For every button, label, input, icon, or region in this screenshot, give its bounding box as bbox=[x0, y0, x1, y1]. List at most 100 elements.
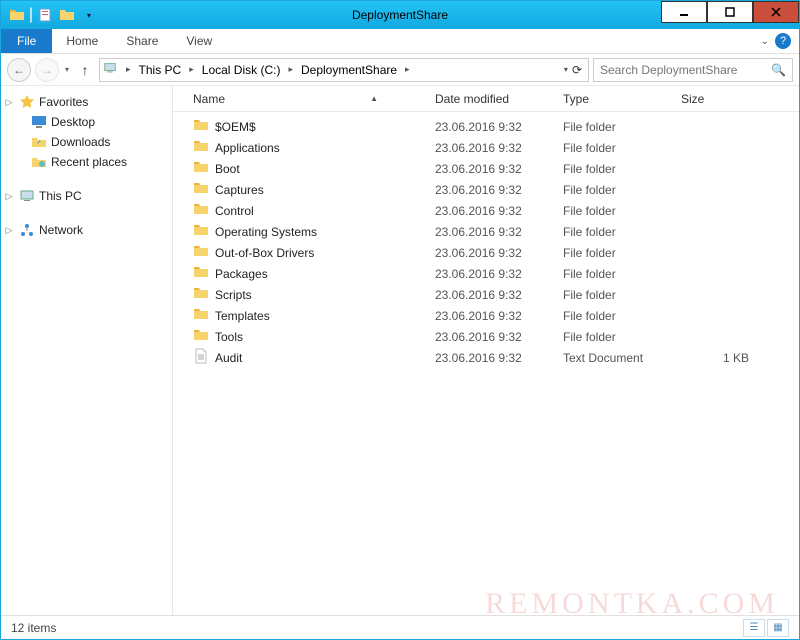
column-headers: Name▲ Date modified Type Size bbox=[173, 86, 799, 112]
file-name: Scripts bbox=[215, 288, 252, 302]
network-icon bbox=[19, 222, 35, 238]
details-view-button[interactable]: ☰ bbox=[743, 619, 765, 637]
close-button[interactable] bbox=[753, 1, 799, 23]
file-date: 23.06.2016 9:32 bbox=[427, 183, 555, 197]
file-date: 23.06.2016 9:32 bbox=[427, 225, 555, 239]
crumb-this-pc[interactable]: This PC bbox=[135, 63, 186, 77]
chevron-right-icon[interactable]: ▸ bbox=[185, 64, 198, 75]
file-date: 23.06.2016 9:32 bbox=[427, 288, 555, 302]
crumb-current[interactable]: DeploymentShare bbox=[297, 63, 401, 77]
file-name: Captures bbox=[215, 183, 264, 197]
title-bar: | ▾ DeploymentShare bbox=[1, 1, 799, 29]
nav-desktop[interactable]: Desktop bbox=[1, 112, 172, 132]
file-date: 23.06.2016 9:32 bbox=[427, 204, 555, 218]
file-tab[interactable]: File bbox=[1, 29, 52, 53]
file-row[interactable]: Captures 23.06.2016 9:32File folder bbox=[173, 179, 799, 200]
text-file-icon bbox=[193, 348, 209, 367]
up-button[interactable]: ↑ bbox=[75, 60, 95, 80]
nav-network[interactable]: ▷ Network bbox=[1, 220, 172, 240]
item-count: 12 items bbox=[11, 621, 56, 635]
folder-icon bbox=[193, 222, 209, 241]
history-dropdown-icon[interactable]: ▾ bbox=[63, 65, 71, 74]
file-row[interactable]: Templates23.06.2016 9:32File folder bbox=[173, 305, 799, 326]
address-dropdown-icon[interactable]: ▾ bbox=[564, 65, 568, 74]
nav-recent[interactable]: Recent places bbox=[1, 152, 172, 172]
file-row[interactable]: Boot23.06.2016 9:32File folder bbox=[173, 158, 799, 179]
collapse-icon[interactable]: ▷ bbox=[3, 225, 15, 236]
file-type: File folder bbox=[555, 120, 673, 134]
chevron-right-icon[interactable]: ▸ bbox=[401, 64, 414, 75]
file-date: 23.06.2016 9:32 bbox=[427, 351, 555, 365]
file-row[interactable]: Tools23.06.2016 9:32File folder bbox=[173, 326, 799, 347]
folder-icon bbox=[193, 138, 209, 157]
file-row[interactable]: $OEM$23.06.2016 9:32File folder bbox=[173, 116, 799, 137]
file-type: File folder bbox=[555, 183, 673, 197]
forward-button[interactable]: → bbox=[35, 58, 59, 82]
qat-dropdown-icon[interactable]: ▾ bbox=[79, 5, 99, 25]
folder-icon bbox=[7, 5, 27, 25]
nav-item-label: Desktop bbox=[51, 115, 95, 129]
new-folder-icon[interactable] bbox=[57, 5, 77, 25]
file-type: File folder bbox=[555, 162, 673, 176]
file-row[interactable]: Operating Systems23.06.2016 9:32File fol… bbox=[173, 221, 799, 242]
nav-item-label: Downloads bbox=[51, 135, 110, 149]
tab-share[interactable]: Share bbox=[112, 29, 172, 53]
help-icon[interactable]: ? bbox=[775, 33, 791, 49]
collapse-icon[interactable]: ▷ bbox=[3, 191, 15, 202]
col-date[interactable]: Date modified bbox=[427, 86, 555, 111]
file-row[interactable]: Applications23.06.2016 9:32File folder bbox=[173, 137, 799, 158]
file-row[interactable]: Scripts23.06.2016 9:32File folder bbox=[173, 284, 799, 305]
search-icon[interactable]: 🔍 bbox=[771, 63, 786, 77]
maximize-button[interactable] bbox=[707, 1, 753, 23]
file-date: 23.06.2016 9:32 bbox=[427, 141, 555, 155]
ribbon-expand-icon[interactable]: ⌄ bbox=[761, 36, 769, 47]
file-name: Applications bbox=[215, 141, 280, 155]
breadcrumb[interactable]: ▸ This PC ▸ Local Disk (C:) ▸ Deployment… bbox=[99, 58, 589, 82]
nav-favorites[interactable]: ▷ Favorites bbox=[1, 92, 172, 112]
refresh-icon[interactable]: ⟳ bbox=[572, 63, 582, 77]
file-name: Control bbox=[215, 204, 254, 218]
file-row[interactable]: Control 23.06.2016 9:32File folder bbox=[173, 200, 799, 221]
icons-view-button[interactable]: ▦ bbox=[767, 619, 789, 637]
file-date: 23.06.2016 9:32 bbox=[427, 246, 555, 260]
file-list: $OEM$23.06.2016 9:32File folder Applicati… bbox=[173, 112, 799, 615]
nav-favorites-label: Favorites bbox=[39, 95, 88, 109]
file-name: Packages bbox=[215, 267, 268, 281]
nav-this-pc[interactable]: ▷ This PC bbox=[1, 186, 172, 206]
col-type[interactable]: Type bbox=[555, 86, 673, 111]
chevron-right-icon[interactable]: ▸ bbox=[284, 64, 297, 75]
file-row[interactable]: Packages23.06.2016 9:32File folder bbox=[173, 263, 799, 284]
file-name: Out-of-Box Drivers bbox=[215, 246, 314, 260]
star-icon bbox=[19, 94, 35, 110]
folder-icon bbox=[193, 159, 209, 178]
crumb-local-disk[interactable]: Local Disk (C:) bbox=[198, 63, 285, 77]
tab-view[interactable]: View bbox=[172, 29, 226, 53]
status-bar: 12 items ☰ ▦ bbox=[1, 615, 799, 639]
file-row[interactable]: Out-of-Box Drivers23.06.2016 9:32File fo… bbox=[173, 242, 799, 263]
nav-item-label: Recent places bbox=[51, 155, 127, 169]
file-name: Boot bbox=[215, 162, 240, 176]
nav-downloads[interactable]: Downloads bbox=[1, 132, 172, 152]
file-type: File folder bbox=[555, 204, 673, 218]
file-name: Audit bbox=[215, 351, 242, 365]
col-size[interactable]: Size bbox=[673, 86, 761, 111]
file-date: 23.06.2016 9:32 bbox=[427, 120, 555, 134]
properties-icon[interactable] bbox=[35, 5, 55, 25]
nav-network-label: Network bbox=[39, 223, 83, 237]
search-box[interactable]: 🔍 bbox=[593, 58, 793, 82]
navigation-pane: ▷ Favorites Desktop Downloads bbox=[1, 86, 173, 615]
file-type: Text Document bbox=[555, 351, 673, 365]
col-name[interactable]: Name▲ bbox=[173, 86, 427, 111]
tab-home[interactable]: Home bbox=[52, 29, 112, 53]
recent-icon bbox=[31, 154, 47, 170]
back-button[interactable]: ← bbox=[7, 58, 31, 82]
minimize-button[interactable] bbox=[661, 1, 707, 23]
collapse-icon[interactable]: ▷ bbox=[3, 97, 15, 108]
folder-icon bbox=[193, 306, 209, 325]
file-row[interactable]: Audit23.06.2016 9:32Text Document1 KB bbox=[173, 347, 799, 368]
chevron-right-icon[interactable]: ▸ bbox=[122, 64, 135, 75]
file-name: Templates bbox=[215, 309, 270, 323]
downloads-icon bbox=[31, 134, 47, 150]
address-bar: ← → ▾ ↑ ▸ This PC ▸ Local Disk (C:) ▸ De… bbox=[1, 54, 799, 86]
search-input[interactable] bbox=[600, 63, 771, 77]
